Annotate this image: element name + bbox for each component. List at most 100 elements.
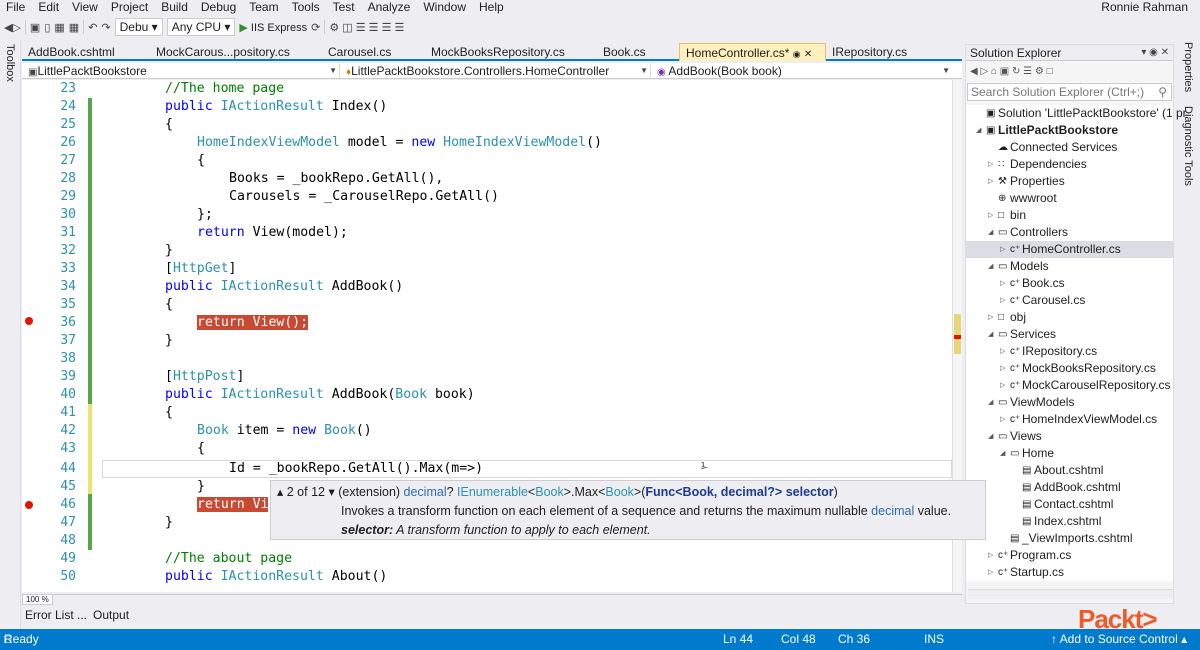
solution-tree-item[interactable]: ▷ □ obj [966, 309, 1173, 326]
search-icon[interactable]: ⚲ [1158, 84, 1167, 100]
tab-addbook-cshtml[interactable]: AddBook.cshtml [22, 43, 150, 59]
expand-arrow-icon[interactable]: ▷ [1000, 360, 1005, 377]
close-icon[interactable]: ✕ [804, 49, 812, 60]
toolbox-tab[interactable]: Toolbox [4, 44, 16, 82]
solution-tree-item[interactable]: ▷ c⁺ IRepository.cs [966, 343, 1173, 360]
open-icon[interactable]: ▯ [44, 21, 50, 34]
solution-tree-item[interactable]: ◢ ▭ Models [966, 258, 1173, 275]
panel-controls-icon[interactable]: ▾ ◉ ✕ [1141, 45, 1169, 61]
tab-mockcarousel-repository[interactable]: MockCarous...pository.cs [150, 43, 322, 59]
solution-tree-item[interactable]: ▷ c⁺ Carousel.cs [966, 292, 1173, 309]
solution-tree-item[interactable]: ◢ ▭ Home [966, 445, 1173, 462]
solution-tree-item[interactable]: ▷ c⁺ Book.cs [966, 275, 1173, 292]
expand-arrow-icon[interactable]: ▷ [988, 564, 993, 581]
tab-carousel-cs[interactable]: Carousel.cs [322, 43, 425, 59]
solution-tree-item[interactable]: ⊕ wwwroot [966, 190, 1173, 207]
solution-tree-item[interactable]: ▷ c⁺ Startup.cs [966, 564, 1173, 581]
solution-horizontal-scrollbar[interactable] [968, 589, 1173, 599]
solution-search-input[interactable]: Search Solution Explorer (Ctrl+;) ⚲ [967, 83, 1172, 101]
configuration-select[interactable]: Debu ▾ [114, 18, 163, 36]
solution-tree-item[interactable]: ▷ ⚒ Properties [966, 173, 1173, 190]
solution-tree-item[interactable]: ☁ Connected Services [966, 139, 1173, 156]
menu-debug[interactable]: Debug [195, 0, 243, 15]
menu-tools[interactable]: Tools [286, 0, 327, 15]
solution-tree-item[interactable]: ▣ Solution 'LittlePacktBookstore' (1 pr [966, 105, 1187, 122]
tab-book-cs[interactable]: Book.cs [597, 43, 679, 59]
project-dropdown[interactable]: ▣LittlePacktBookstore ▼ [22, 63, 340, 78]
expand-arrow-icon[interactable]: ▷ [1000, 411, 1005, 428]
new-project-icon[interactable]: ▣ [30, 21, 40, 34]
expand-arrow-icon[interactable]: ▷ [988, 207, 993, 224]
menu-test[interactable]: Test [327, 0, 362, 15]
solution-tree-item[interactable]: ◢ ▭ Controllers [966, 224, 1173, 241]
solution-tree-item[interactable]: ▷ c⁺ MockBooksRepository.cs [966, 360, 1173, 377]
solution-tree-item[interactable]: ▷ ∷ Dependencies [966, 156, 1173, 173]
tab-irepository[interactable]: IRepository.cs [826, 43, 936, 59]
menu-edit[interactable]: Edit [32, 0, 66, 15]
menu-team[interactable]: Team [243, 0, 285, 15]
solution-tree-item[interactable]: ▷ c⁺ HomeIndexViewModel.cs [966, 411, 1173, 428]
toolbar-misc-icons[interactable]: ⚙ ◫ ☰ ☰ ☰ ☰ [329, 21, 404, 34]
solution-tree-item[interactable]: ▤ _ViewImports.cshtml [966, 530, 1173, 547]
expand-arrow-icon[interactable]: ▷ [1000, 241, 1005, 258]
expand-arrow-icon[interactable]: ▷ [1000, 292, 1005, 309]
solution-tree-item[interactable]: ▤ Contact.cshtml [966, 496, 1173, 513]
back-icon[interactable]: ◀▷ [4, 21, 21, 34]
solution-tree-item[interactable]: ▤ Index.cshtml [966, 513, 1173, 530]
tab-mockbooksrepository[interactable]: MockBooksRepository.cs [425, 43, 597, 59]
expand-arrow-icon[interactable]: ▷ [988, 547, 993, 564]
solution-tree-item[interactable]: ◢ ▭ ViewModels [966, 394, 1173, 411]
expand-arrow-icon[interactable]: ◢ [988, 394, 993, 411]
expand-arrow-icon[interactable]: ◢ [1000, 445, 1005, 462]
expand-arrow-icon[interactable]: ▷ [988, 309, 993, 326]
expand-arrow-icon[interactable]: ▷ [988, 173, 993, 190]
solution-tree-item[interactable]: ▷ c⁺ MockCarouselRepository.cs [966, 377, 1173, 394]
class-dropdown[interactable]: ♦LittlePacktBookstore.Controllers.HomeCo… [340, 63, 651, 78]
platform-select[interactable]: Any CPU ▾ [166, 18, 236, 36]
solution-tree-item[interactable]: ◢ ▭ Views [966, 428, 1173, 445]
tree-item-icon: c⁺ [1010, 295, 1021, 306]
menu-help[interactable]: Help [473, 0, 511, 15]
menu-view[interactable]: View [66, 0, 105, 15]
tab-error-list[interactable]: Error List ... [22, 606, 90, 624]
menu-build[interactable]: Build [155, 0, 195, 15]
pin-icon[interactable]: ◉ [793, 49, 801, 59]
solution-tree-item[interactable]: ▷ c⁺ Program.cs [966, 547, 1173, 564]
overload-counter[interactable]: ▴ 2 of 12 ▾ [277, 485, 335, 499]
redo-icon[interactable]: ↷ [101, 21, 110, 34]
expand-arrow-icon[interactable]: ◢ [988, 326, 993, 343]
solution-tree-item[interactable]: ▷ □ bin [966, 207, 1173, 224]
run-button[interactable]: ▶ IIS Express [239, 21, 307, 34]
expand-arrow-icon[interactable]: ▷ [1000, 343, 1005, 360]
save-all-icon[interactable]: ▦ [69, 21, 79, 34]
solution-tree-item[interactable]: ◢ ▣ LittlePacktBookstore [966, 122, 1173, 139]
tab-output[interactable]: Output [90, 606, 132, 624]
expand-arrow-icon[interactable]: ◢ [988, 224, 993, 241]
expand-arrow-icon[interactable]: ◢ [976, 122, 981, 139]
refresh-icon[interactable]: ⟳ [311, 21, 320, 34]
breakpoint-icon[interactable] [25, 317, 33, 325]
solution-explorer-toolbar[interactable]: ◀ ▷ ⌂ ▣ ↻ ☰ ⚙ □ [966, 61, 1173, 83]
solution-tree-item[interactable]: ▤ AddBook.cshtml [966, 479, 1173, 496]
solution-tree-item[interactable]: ▤ About.cshtml [966, 462, 1173, 479]
breakpoint-icon[interactable] [25, 501, 33, 509]
save-icon[interactable]: ▦ [54, 21, 64, 34]
menu-file[interactable]: File [0, 0, 32, 15]
expand-arrow-icon[interactable]: ▷ [1000, 275, 1005, 292]
tab-homecontroller[interactable]: HomeController.cs* ◉ ✕ [679, 43, 826, 61]
solution-tree-item[interactable]: ▷ c⁺ HomeController.cs [966, 241, 1173, 258]
expand-arrow-icon[interactable]: ▷ [988, 156, 993, 173]
menu-analyze[interactable]: Analyze [362, 0, 418, 15]
member-dropdown[interactable]: ◉ AddBook(Book book) ▼ [651, 63, 952, 78]
undo-icon[interactable]: ↶ [88, 21, 97, 34]
zoom-select[interactable]: 100 % [22, 594, 53, 605]
expand-arrow-icon[interactable]: ▷ [1000, 377, 1005, 394]
expand-arrow-icon[interactable]: ◢ [988, 428, 993, 445]
properties-tab[interactable]: Properties [1182, 42, 1194, 92]
menu-project[interactable]: Project [105, 0, 155, 15]
menu-window[interactable]: Window [417, 0, 473, 15]
expand-arrow-icon[interactable]: ◢ [988, 258, 993, 275]
user-name[interactable]: Ronnie Rahman [1101, 0, 1188, 14]
add-to-source-control[interactable]: ↑ Add to Source Control ▴ [1051, 629, 1187, 650]
solution-tree-item[interactable]: ◢ ▭ Services [966, 326, 1173, 343]
